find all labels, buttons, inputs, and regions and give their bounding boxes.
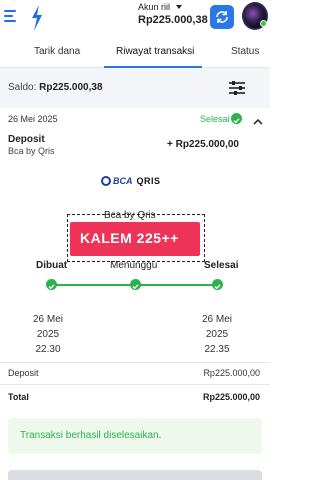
success-message: Transaksi berhasil diselesaikan. <box>20 430 162 441</box>
account-selector[interactable]: Akun riil Rp225.000,38 <box>138 2 208 26</box>
account-type: Akun riil <box>138 2 208 12</box>
created-timestamp: 26 Mei 2025 22.30 <box>32 314 63 355</box>
menu-icon[interactable] <box>4 10 18 24</box>
promo-sticker: KALEM 225++ <box>70 222 200 256</box>
bottom-action-bar[interactable] <box>8 470 262 480</box>
tab-status[interactable]: Status <box>231 46 259 57</box>
summary-deposit-value: Rp225.000,00 <box>203 368 260 378</box>
filter-icon[interactable] <box>228 80 246 101</box>
divider <box>0 384 270 385</box>
payment-logos: BCA QRIS <box>101 176 161 186</box>
top-bar: Akun riil Rp225.000,38 <box>0 0 270 38</box>
online-status-icon <box>260 20 267 27</box>
step-label-dibuat: Dibuat <box>36 260 68 271</box>
step-check-icon <box>212 279 223 290</box>
completed-timestamp: 26 Mei 2025 22.35 <box>201 314 232 355</box>
step-check-icon <box>130 279 141 290</box>
promo-text: KALEM 225++ <box>80 230 179 246</box>
divider <box>0 362 270 363</box>
bca-logo-icon <box>101 176 111 186</box>
chevron-up-icon[interactable] <box>252 114 264 132</box>
tab-tarik-dana[interactable]: Tarik dana <box>34 46 80 57</box>
tab-bar: Tarik dana Riwayat transaksi Status <box>0 38 270 68</box>
transaction-method: Bca by Qris <box>8 146 55 156</box>
status-badge: Selesai <box>200 114 230 124</box>
avatar[interactable] <box>242 2 268 30</box>
chevron-down-icon <box>176 5 183 9</box>
success-alert: Transaksi berhasil diselesaikan. <box>8 418 262 454</box>
summary-total-label: Total <box>8 392 29 402</box>
summary-total-value: Rp225.000,00 <box>202 392 260 402</box>
qris-logo: QRIS <box>136 176 161 186</box>
balance-label: Saldo: Rp225.000,38 <box>8 82 103 93</box>
refresh-button[interactable] <box>210 5 234 29</box>
step-label-selesai: Selesai <box>204 260 239 271</box>
account-balance: Rp225.000,38 <box>138 14 208 26</box>
balance-value: Rp225.000,38 <box>39 82 103 93</box>
step-check-icon <box>46 279 57 290</box>
transaction-date: 26 Mei 2025 <box>8 114 58 124</box>
app-logo-icon <box>30 4 44 32</box>
summary-deposit-label: Deposit <box>8 368 39 378</box>
step-label-menunggu: Menunggu <box>110 260 158 271</box>
check-icon <box>231 113 242 124</box>
refresh-icon <box>216 11 228 23</box>
transaction-amount: + Rp225.000,00 <box>167 139 239 150</box>
tab-riwayat-transaksi[interactable]: Riwayat transaksi <box>116 46 194 57</box>
transaction-title: Deposit <box>8 134 45 145</box>
bca-logo: BCA <box>101 176 133 186</box>
balance-row: Saldo: Rp225.000,38 <box>0 68 270 108</box>
